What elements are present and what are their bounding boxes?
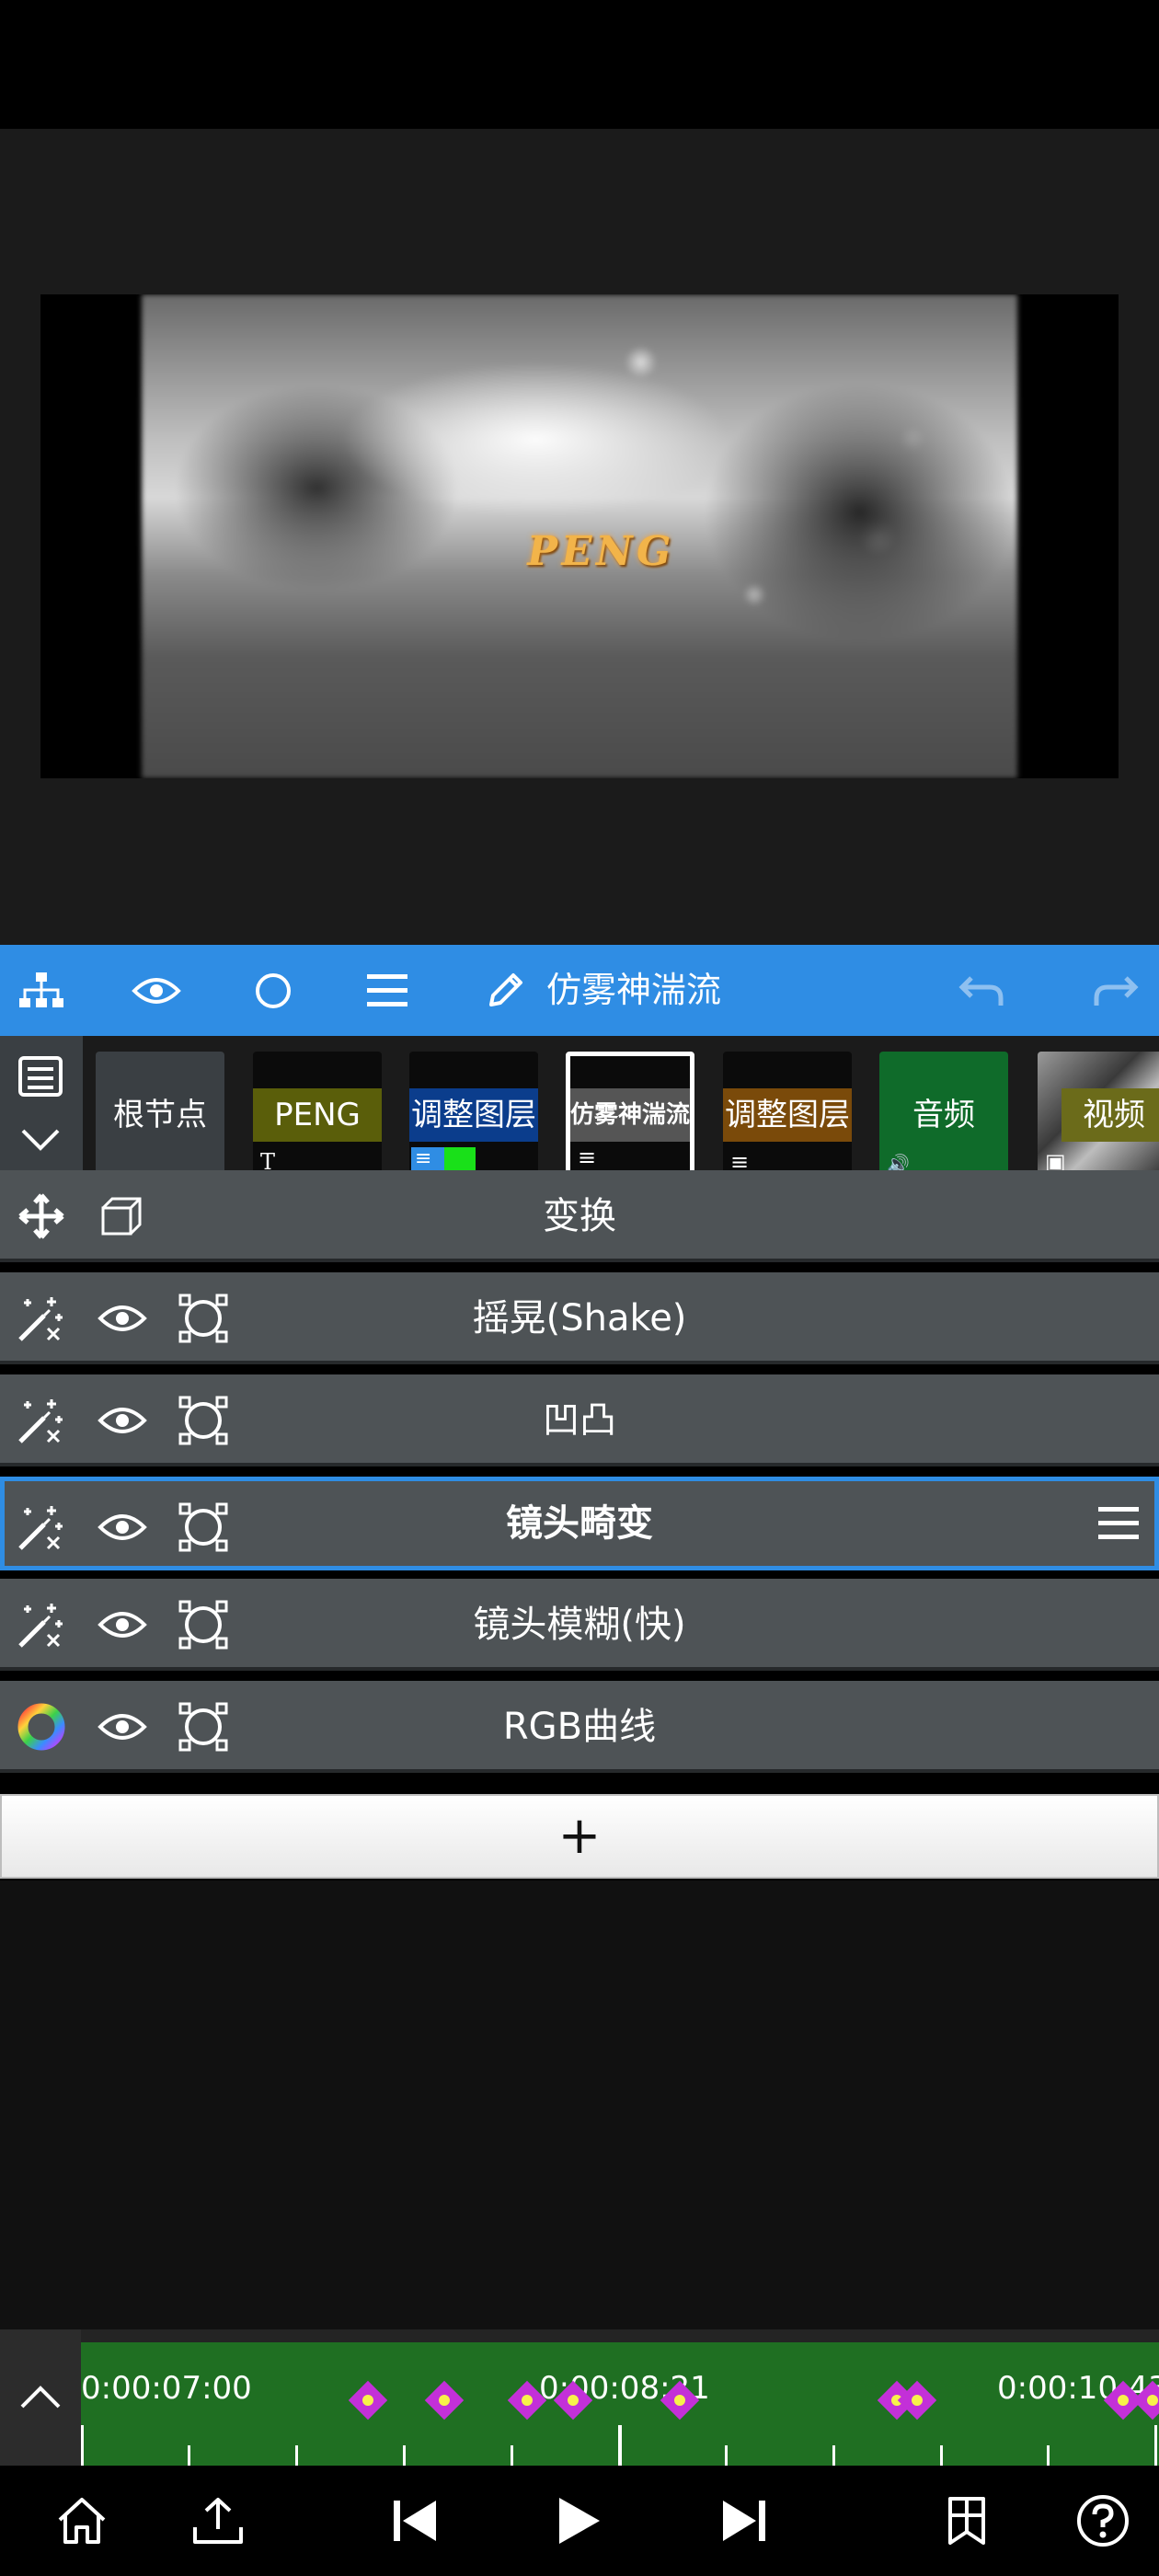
menu-icon[interactable] xyxy=(355,945,419,1036)
timecode-start: 0:00:07:00 xyxy=(81,2370,252,2407)
hierarchy-icon[interactable] xyxy=(9,945,74,1036)
layers-list-icon xyxy=(18,1056,63,1097)
layer-thumb-adjustment-2[interactable]: 调整图层 ≡ xyxy=(723,1052,852,1179)
pencil-icon[interactable] xyxy=(473,945,537,1036)
layer-thumb-label: 视频 xyxy=(1061,1088,1159,1142)
layer-thumb-text[interactable]: PENG T xyxy=(253,1052,382,1179)
top-toolbar: 仿雾神湍流 xyxy=(0,945,1159,1036)
effect-row-rgb-curves[interactable]: RGB曲线 xyxy=(0,1681,1159,1773)
timeline-tick xyxy=(725,2445,728,2466)
adjustment-layer-icon: ≡ xyxy=(578,1144,597,1170)
timeline-tick xyxy=(832,2445,835,2466)
timeline-tick xyxy=(81,2425,84,2466)
export-icon[interactable] xyxy=(167,2466,269,2576)
layer-thumb-audio[interactable]: 音频 🔊 xyxy=(879,1052,1008,1179)
status-bar xyxy=(0,0,1159,129)
empty-panel-area xyxy=(0,1880,1159,2329)
layer-strip-menu[interactable] xyxy=(0,1036,83,1192)
undo-icon[interactable] xyxy=(949,945,1014,1036)
layer-thumb-selected[interactable]: 仿雾神湍流 ≡ xyxy=(566,1052,694,1179)
effect-label: 镜头畸变 xyxy=(506,1502,653,1545)
effect-label: 摇晃(Shake) xyxy=(472,1297,687,1340)
transform-label: 变换 xyxy=(543,1195,616,1237)
circle-icon[interactable] xyxy=(241,945,305,1036)
drag-handle-icon[interactable] xyxy=(1086,1481,1151,1566)
timeline: 0:00:07:00 0:00:08:21 0:00:10:43 xyxy=(0,2329,1159,2466)
effect-label: 凹凸 xyxy=(543,1399,616,1442)
effect-row-lens-blur[interactable]: 镜头模糊(快) xyxy=(0,1579,1159,1671)
layer-thumb-label: PENG xyxy=(253,1088,382,1142)
layer-strip: 根节点 PENG T 调整图层 ≡ 仿雾神湍流 ≡ 调整图层 ≡ 音频 🔊 视频… xyxy=(0,1036,1159,1192)
layer-thumb-video[interactable]: 视频 ▣ xyxy=(1038,1052,1159,1179)
layer-thumb-root[interactable]: 根节点 xyxy=(96,1052,224,1179)
play-icon[interactable] xyxy=(528,2466,629,2576)
bookmark-icon[interactable] xyxy=(916,2466,1017,2576)
bottom-bar xyxy=(0,2466,1159,2576)
timeline-tick xyxy=(403,2445,406,2466)
plus-icon: + xyxy=(557,1806,602,1866)
keyframe-marker[interactable] xyxy=(424,2380,465,2421)
keyframe-marker[interactable] xyxy=(348,2380,388,2421)
chevron-up-icon xyxy=(20,2386,61,2409)
layer-thumb-label: 仿雾神湍流 xyxy=(570,1088,690,1142)
timeline-tick xyxy=(1154,2425,1157,2466)
layer-thumb-label: 调整图层 xyxy=(723,1088,852,1142)
help-icon[interactable] xyxy=(1052,2466,1153,2576)
transform-row[interactable]: 变换 xyxy=(0,1170,1159,1262)
video-title-text: PENG xyxy=(522,528,680,575)
redo-icon[interactable] xyxy=(1084,945,1148,1036)
effect-row-bump[interactable]: 凹凸 xyxy=(0,1374,1159,1466)
layer-thumb-adjustment-1[interactable]: 调整图层 ≡ xyxy=(409,1052,538,1179)
timeline-tick xyxy=(1047,2445,1050,2466)
timeline-tick xyxy=(940,2445,943,2466)
layer-thumb-label: 根节点 xyxy=(113,1097,207,1133)
add-effect-button[interactable]: + xyxy=(0,1794,1159,1879)
effect-label: 镜头模糊(快) xyxy=(473,1604,686,1646)
skip-back-icon[interactable] xyxy=(364,2466,465,2576)
skip-forward-icon[interactable] xyxy=(694,2466,795,2576)
timeline-tick xyxy=(188,2445,190,2466)
timeline-expand-button[interactable] xyxy=(0,2329,81,2466)
timeline-track[interactable]: 0:00:07:00 0:00:08:21 0:00:10:43 xyxy=(81,2342,1159,2466)
chevron-down-icon xyxy=(21,1129,60,1151)
timeline-tick xyxy=(511,2445,513,2466)
timeline-tick xyxy=(295,2445,298,2466)
layer-thumb-label: 调整图层 xyxy=(409,1088,538,1142)
effect-row-lens-distortion[interactable]: 镜头畸变 xyxy=(0,1477,1159,1570)
eye-icon[interactable] xyxy=(124,945,189,1036)
effect-label: RGB曲线 xyxy=(502,1706,657,1748)
home-icon[interactable] xyxy=(31,2466,132,2576)
playhead[interactable] xyxy=(618,2425,622,2466)
video-preview[interactable]: PENG xyxy=(40,294,1119,778)
layer-thumb-label: 音频 xyxy=(912,1097,975,1133)
effect-row-shake[interactable]: 摇晃(Shake) xyxy=(0,1272,1159,1364)
current-layer-name[interactable]: 仿雾神湍流 xyxy=(546,945,721,1036)
